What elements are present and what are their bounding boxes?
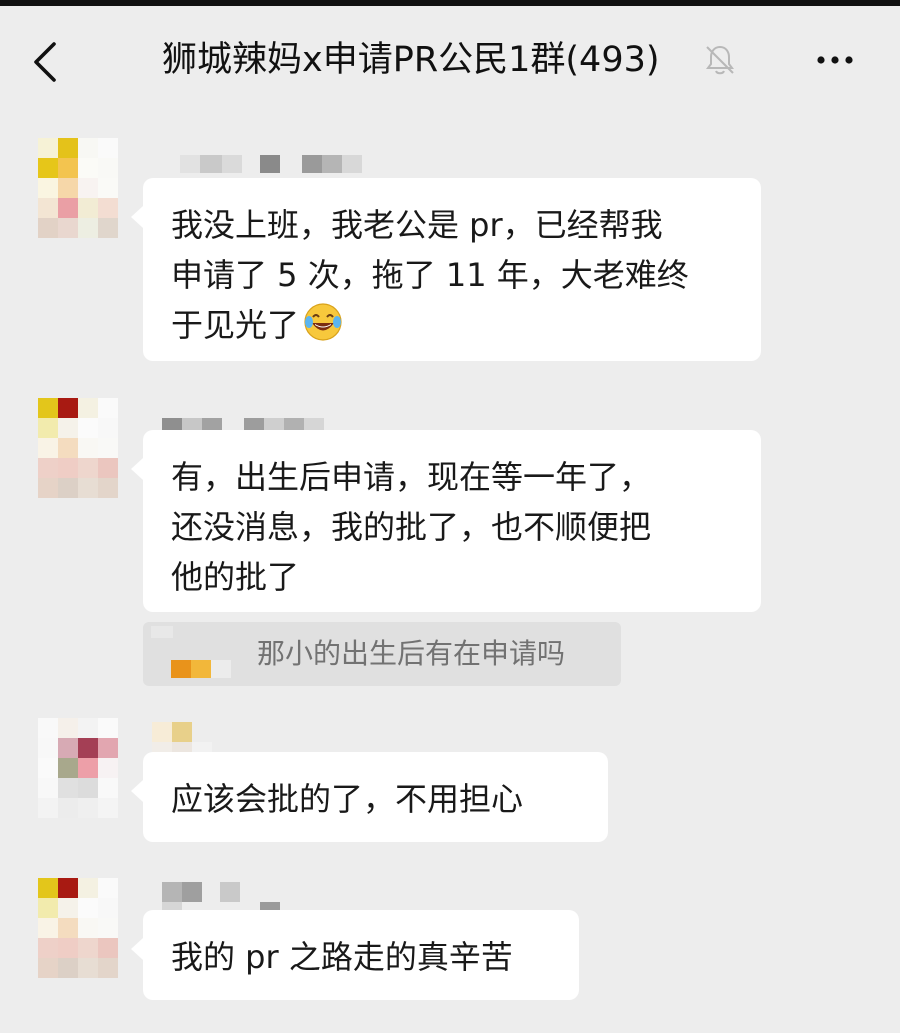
back-button[interactable]: [22, 36, 72, 86]
avatar[interactable]: [38, 878, 118, 978]
quote-text: 那小的出生后有在申请吗: [257, 637, 566, 670]
bell-muted-icon: [702, 42, 738, 78]
message-bubble[interactable]: 我的 pr 之路走的真辛苦: [131, 910, 579, 1000]
quote-sender-blurred: [191, 660, 211, 678]
quote-sender-blurred: [171, 660, 191, 678]
more-options-button[interactable]: [808, 42, 862, 78]
message-bubble[interactable]: 我没上班，我老公是 pr，已经帮我 申请了 5 次，拖了 11 年，大老难终 于…: [131, 178, 761, 361]
chat-header: 狮城辣妈x申请PR公民1群(493): [0, 6, 900, 112]
chat-title: 狮城辣妈x申请PR公民1群(493): [162, 40, 660, 80]
avatar[interactable]: [38, 398, 118, 498]
ellipsis-icon: [817, 56, 853, 64]
message-text: 我没上班，我老公是 pr，已经帮我 申请了 5 次，拖了 11 年，大老难终 于…: [171, 206, 689, 344]
message-text: 我的 pr 之路走的真辛苦: [171, 938, 513, 976]
avatar[interactable]: [38, 138, 118, 238]
laughing-tears-emoji: [303, 302, 343, 356]
avatar[interactable]: [38, 718, 118, 818]
message-bubble[interactable]: 应该会批的了，不用担心: [131, 752, 608, 842]
sender-name-blurred: [162, 882, 292, 912]
message-text: 有，出生后申请，现在等一年了， 还没消息，我的批了，也不顺便把 他的批了: [171, 458, 652, 596]
quote-sender-blurred: [151, 626, 173, 638]
sender-name-blurred: [162, 155, 362, 177]
message-bubble[interactable]: 有，出生后申请，现在等一年了， 还没消息，我的批了，也不顺便把 他的批了: [131, 430, 761, 612]
quote-sender-blurred: [211, 660, 231, 678]
chevron-left-icon: [34, 42, 56, 82]
quoted-message[interactable]: 那小的出生后有在申请吗: [143, 622, 621, 686]
message-text: 应该会批的了，不用担心: [171, 780, 524, 818]
